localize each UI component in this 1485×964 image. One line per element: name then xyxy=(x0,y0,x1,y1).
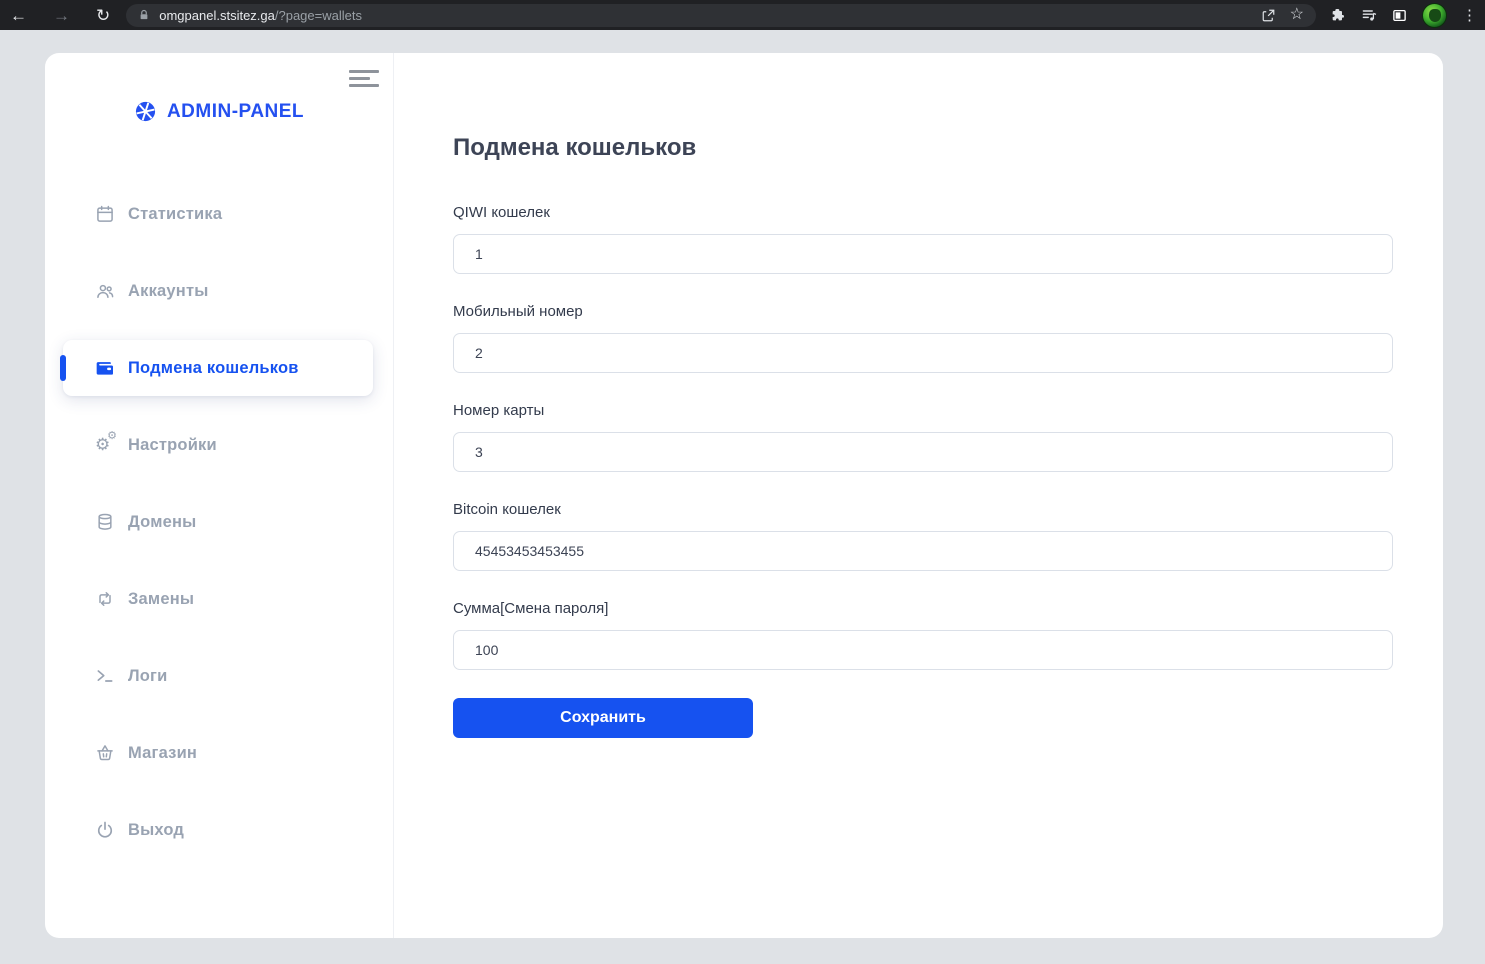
form-group-qiwi: QIWI кошелек xyxy=(453,203,1396,274)
wallets-form: QIWI кошелек Мобильный номер Номер карты… xyxy=(453,203,1396,738)
sidebar-item-label: Замены xyxy=(128,590,194,609)
sidebar-item-replacements[interactable]: Замены xyxy=(45,571,393,627)
lock-icon xyxy=(138,9,150,21)
sidebar-item-settings[interactable]: ⚙⚙ Настройки xyxy=(45,417,393,473)
calendar-icon xyxy=(95,204,115,224)
users-icon xyxy=(95,281,115,301)
back-arrow-icon[interactable]: ← xyxy=(10,7,27,24)
sidebar-item-label: Статистика xyxy=(128,205,222,224)
sidebar-item-statistics[interactable]: Статистика xyxy=(45,186,393,242)
url-path: /?page=wallets xyxy=(275,8,362,23)
playlist-icon[interactable] xyxy=(1361,7,1377,23)
mobile-number-label: Мобильный номер xyxy=(453,302,1396,321)
page-title: Подмена кошельков xyxy=(453,134,1396,162)
sidebar-item-label: Настройки xyxy=(128,436,217,455)
sidebar-item-shop[interactable]: Магазин xyxy=(45,725,393,781)
brand-logo[interactable]: ADMIN-PANEL xyxy=(45,100,393,123)
reload-icon[interactable]: ↻ xyxy=(96,7,110,24)
form-group-bitcoin: Bitcoin кошелек xyxy=(453,500,1396,571)
bitcoin-wallet-input[interactable] xyxy=(453,531,1393,571)
app-window: ADMIN-PANEL Статистика xyxy=(45,53,1443,938)
gears-icon: ⚙⚙ xyxy=(95,435,115,455)
sidebar-item-label: Домены xyxy=(128,513,196,532)
sidebar-item-logs[interactable]: Логи xyxy=(45,648,393,704)
sidebar-item-logout[interactable]: Выход xyxy=(45,802,393,858)
form-group-sum: Сумма[Смена пароля] xyxy=(453,599,1396,670)
forward-arrow-icon[interactable]: → xyxy=(53,7,70,24)
qiwi-wallet-input[interactable] xyxy=(453,234,1393,274)
qiwi-wallet-label: QIWI кошелек xyxy=(453,203,1396,222)
address-bar[interactable]: omgpanel.stsitez.ga/?page=wallets ☆ xyxy=(126,4,1316,27)
url-host: omgpanel.stsitez.ga xyxy=(159,8,275,23)
wallet-icon xyxy=(95,358,115,378)
sidebar-item-wallet-substitution[interactable]: Подмена кошельков xyxy=(63,340,373,396)
card-number-input[interactable] xyxy=(453,432,1393,472)
sidebar-nav: Статистика Аккаунты По xyxy=(45,186,393,858)
sidebar-item-label: Подмена кошельков xyxy=(128,359,299,378)
sidebar-item-label: Магазин xyxy=(128,744,197,763)
browser-toolbar: ← → ↻ omgpanel.stsitez.ga/?page=wallets … xyxy=(0,0,1485,30)
sidebar-toggle-hamburger-icon[interactable] xyxy=(349,70,379,87)
menu-dots-icon[interactable]: ⋮ xyxy=(1462,6,1477,24)
brand-title: ADMIN-PANEL xyxy=(167,101,304,123)
terminal-icon xyxy=(95,666,115,686)
swap-arrows-icon xyxy=(95,589,115,609)
url-text: omgpanel.stsitez.ga/?page=wallets xyxy=(159,8,362,23)
main-content: Подмена кошельков QIWI кошелек Мобильный… xyxy=(394,53,1443,938)
mobile-number-input[interactable] xyxy=(453,333,1393,373)
form-group-mobile: Мобильный номер xyxy=(453,302,1396,373)
database-icon xyxy=(95,512,115,532)
share-icon[interactable] xyxy=(1261,8,1276,23)
sidebar-item-accounts[interactable]: Аккаунты xyxy=(45,263,393,319)
sidebar-item-domains[interactable]: Домены xyxy=(45,494,393,550)
profile-avatar[interactable] xyxy=(1422,3,1447,28)
sum-password-label: Сумма[Смена пароля] xyxy=(453,599,1396,618)
sidebar-item-label: Аккаунты xyxy=(128,282,209,301)
save-button[interactable]: Сохранить xyxy=(453,698,753,738)
sidebar-item-label: Логи xyxy=(128,667,167,686)
sidebar-item-label: Выход xyxy=(128,821,184,840)
brand-pinwheel-icon xyxy=(134,100,157,123)
form-group-card: Номер карты xyxy=(453,401,1396,472)
bookmark-star-icon[interactable]: ☆ xyxy=(1290,7,1304,23)
basket-icon xyxy=(95,743,115,763)
bitcoin-wallet-label: Bitcoin кошелек xyxy=(453,500,1396,519)
side-panel-icon[interactable] xyxy=(1392,8,1407,23)
sum-password-input[interactable] xyxy=(453,630,1393,670)
browser-nav-buttons: ← → ↻ xyxy=(10,7,110,24)
extensions-puzzle-icon[interactable] xyxy=(1330,7,1346,23)
omnibox-actions: ☆ xyxy=(1261,7,1304,23)
browser-right-icons: ⋮ xyxy=(1330,3,1477,28)
sidebar: ADMIN-PANEL Статистика xyxy=(45,53,394,938)
card-number-label: Номер карты xyxy=(453,401,1396,420)
power-icon xyxy=(95,820,115,840)
